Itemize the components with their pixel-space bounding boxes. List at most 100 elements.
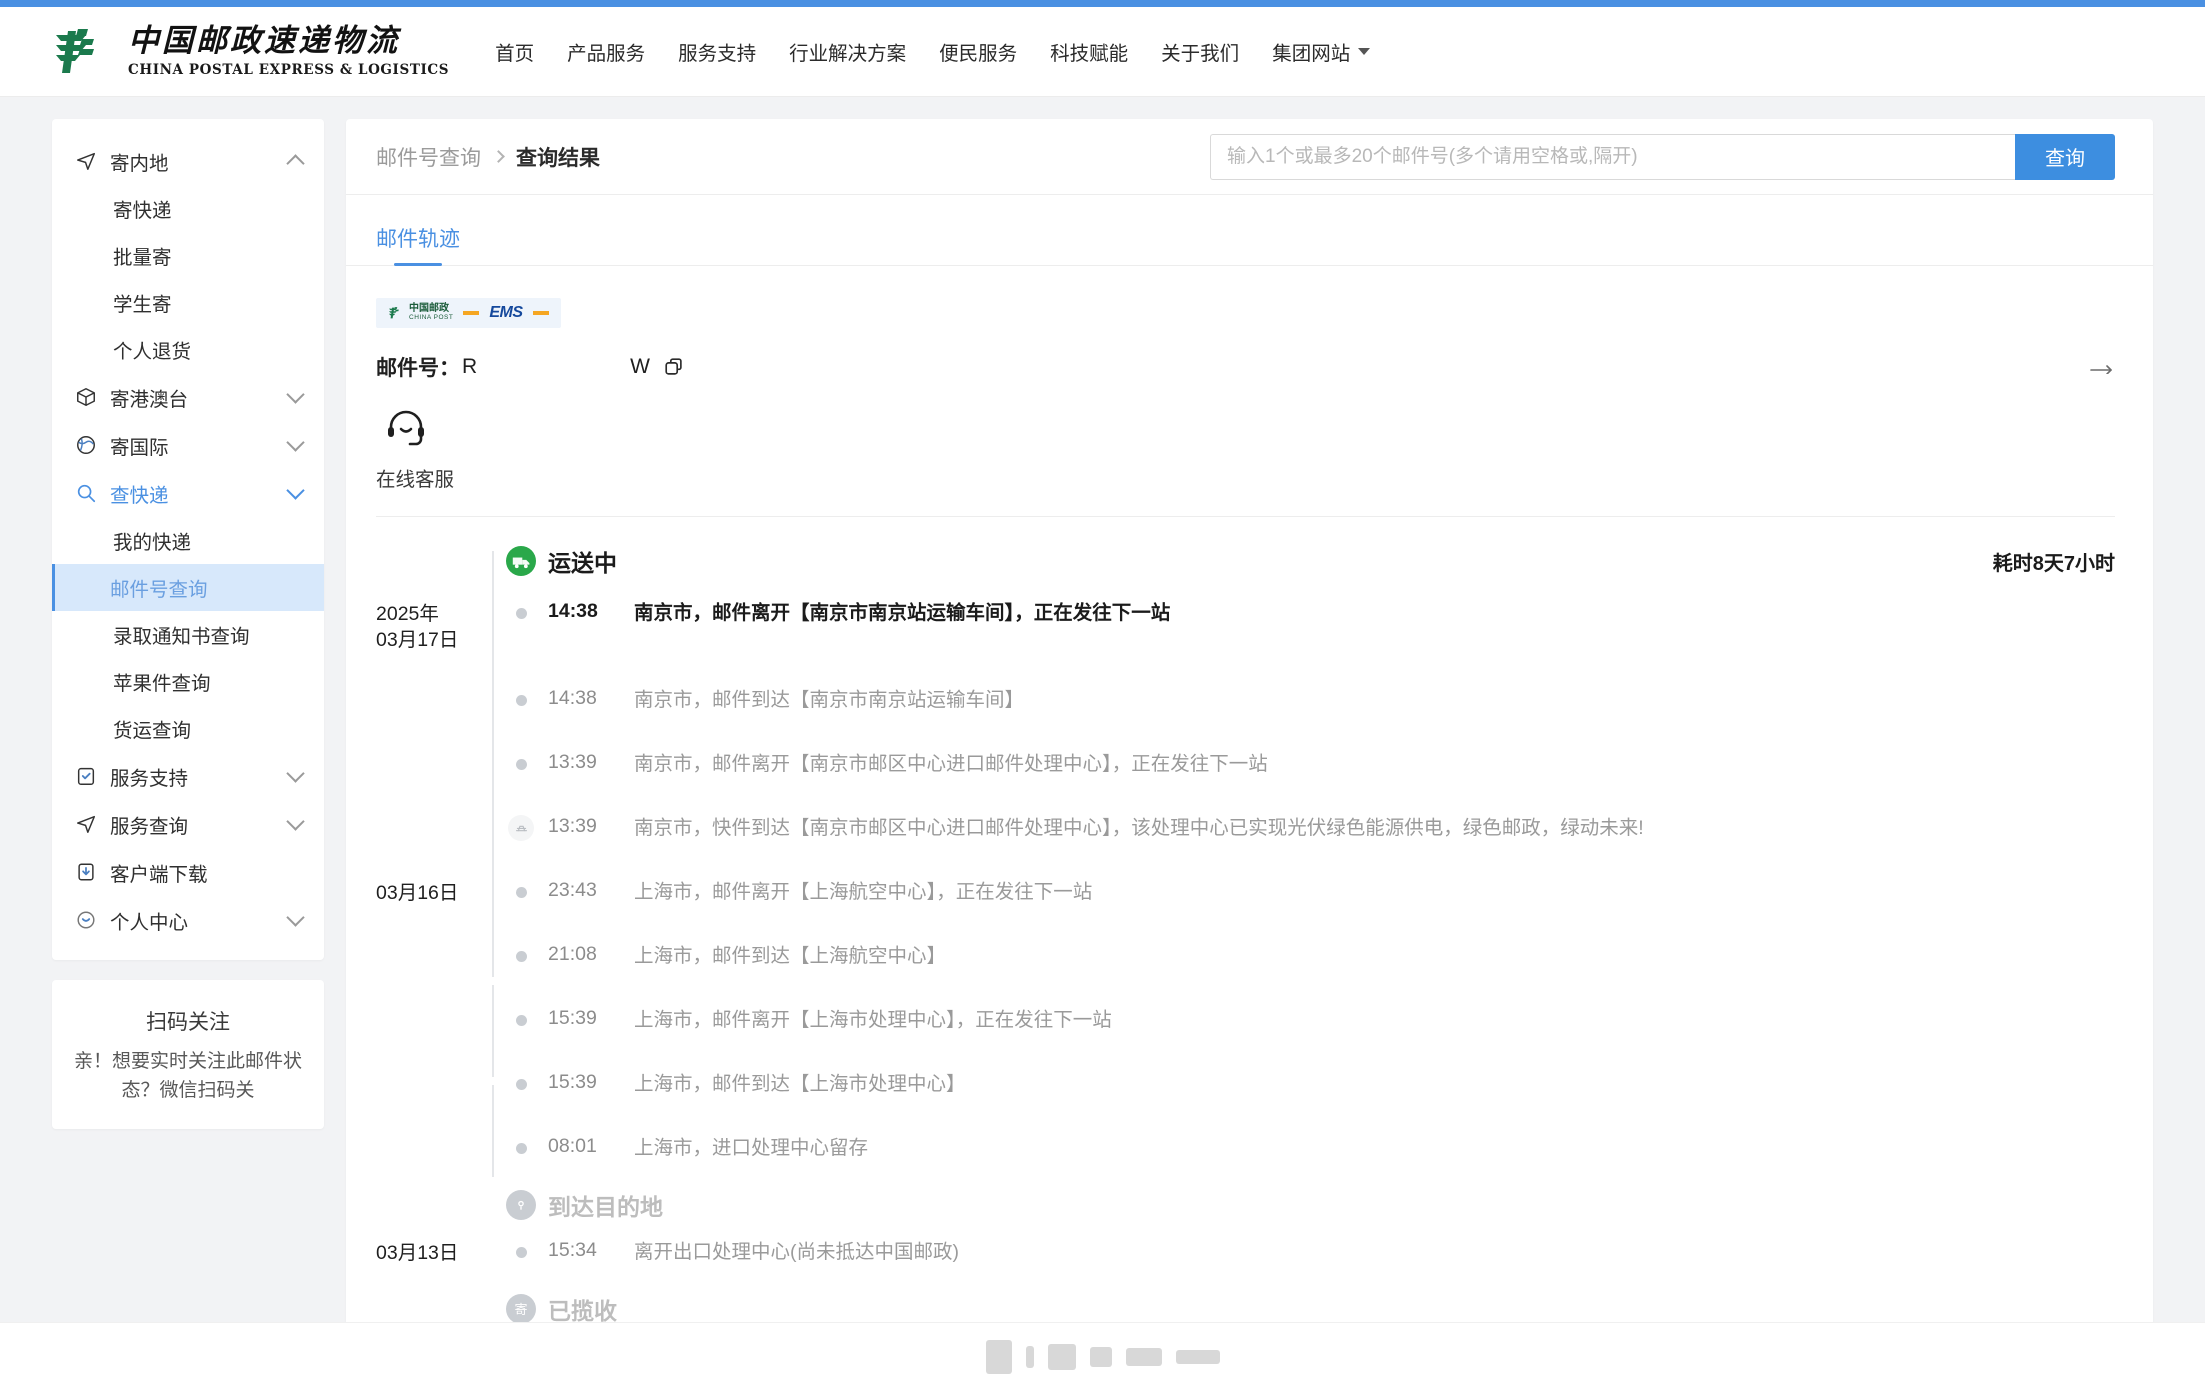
nav-item-products[interactable]: 产品服务 — [567, 37, 645, 66]
online-customer-service-label: 在线客服 — [376, 469, 455, 491]
mail-number-prefix: R — [462, 355, 479, 378]
download-icon — [74, 860, 98, 884]
chevron-down-icon — [286, 764, 305, 783]
chevron-down-icon — [286, 812, 305, 831]
sidebar-item-service-support[interactable]: 服务支持 — [52, 752, 324, 800]
timeline-row: 15:39 上海市，邮件到达【上海市处理中心】 — [376, 1070, 2115, 1102]
sidebar-item-service-support-label: 服务支持 — [110, 767, 189, 790]
timeline-date — [376, 686, 494, 688]
page-body: 寄内地 寄快递 批量寄 学生寄 个人退货 寄港澳台 寄国际 查快递 我的快递 邮… — [0, 97, 2205, 1390]
china-post-logo-icon — [56, 28, 94, 73]
timeline-text: 上海市，邮件离开【上海航空中心】，正在发往下一站 — [634, 880, 1093, 903]
timeline-text: 南京市，邮件离开【南京市南京站运输车间】，正在发往下一站 — [634, 602, 1171, 624]
tab-mail-trace[interactable]: 邮件轨迹 — [376, 223, 460, 265]
taskbar-block — [1089, 1346, 1112, 1367]
nav-item-group-sites-label: 集团网站 — [1272, 43, 1351, 65]
nav-item-support[interactable]: 服务支持 — [678, 37, 756, 66]
timeline-dot-icon — [515, 1014, 527, 1026]
solar-green-energy-icon — [508, 814, 534, 841]
timeline-status-header: 运送中 耗时8天7小时 — [376, 541, 2115, 581]
timeline-date: 03月13日 — [376, 1241, 459, 1264]
sidebar-item-hk-mo-tw[interactable]: 寄港澳台 — [52, 373, 324, 421]
sidebar-subitem-apple-items[interactable]: 苹果件查询 — [52, 658, 324, 705]
search-button[interactable]: 查询 — [2015, 133, 2115, 180]
clipboard-check-icon — [74, 764, 98, 788]
sidebar-item-international[interactable]: 寄国际 — [52, 421, 324, 469]
send-plane-icon — [74, 812, 98, 836]
timeline-time: 15:39 — [548, 1006, 597, 1029]
globe-icon — [74, 433, 98, 457]
chevron-down-icon — [286, 433, 305, 452]
sidebar-item-domestic[interactable]: 寄内地 — [52, 137, 324, 185]
timeline-text: 南京市，快件到达【南京市邮区中心进口邮件处理中心】，该处理中心已实现光伏绿色能源… — [634, 816, 1644, 839]
tab-bar: 邮件轨迹 — [346, 195, 2153, 266]
sidebar-subitem-freight[interactable]: 货运查询 — [52, 705, 324, 752]
nav-item-solutions[interactable]: 行业解决方案 — [789, 37, 906, 66]
breadcrumb-current: 查询结果 — [516, 146, 600, 170]
sidebar-subitem-bulk[interactable]: 批量寄 — [52, 232, 324, 279]
qr-promo-desc: 亲！想要实时关注此邮件状态？微信扫码关 — [73, 1051, 302, 1101]
sidebar-subitem-mailno-query[interactable]: 邮件号查询 — [52, 564, 324, 611]
timeline-time: 14:38 — [548, 600, 598, 622]
tracking-timeline: 运送中 耗时8天7小时 2025年 03月17日 14:38 南京市，邮件离开【… — [346, 517, 2153, 1390]
timeline-status-label: 到达目的地 — [548, 1193, 663, 1220]
location-pin-icon — [506, 1189, 536, 1220]
taskbar-block — [1175, 1349, 1220, 1364]
nav-item-public-service[interactable]: 便民服务 — [939, 37, 1017, 66]
timeline-row: 03月16日 23:43 上海市，邮件离开【上海航空中心】，正在发往下一站 — [376, 878, 2115, 910]
qr-promo-title: 扫码关注 — [146, 1011, 230, 1034]
timeline-time: 21:08 — [548, 942, 597, 965]
sidebar-item-user-center[interactable]: 个人中心 — [52, 896, 324, 944]
timeline-date — [376, 814, 494, 816]
site-header: 中国邮政速递物流 CHINA POSTAL EXPRESS & LOGISTIC… — [0, 7, 2205, 97]
sidebar: 寄内地 寄快递 批量寄 学生寄 个人退货 寄港澳台 寄国际 查快递 我的快递 邮… — [52, 119, 324, 1129]
sidebar-subitem-student[interactable]: 学生寄 — [52, 279, 324, 326]
sidebar-item-client-download[interactable]: 客户端下载 — [52, 848, 324, 896]
truck-icon — [506, 546, 536, 576]
share-icon[interactable] — [2089, 356, 2115, 379]
taskbar-block — [1125, 1347, 1162, 1366]
timeline-text: 南京市，邮件到达【南京市南京站运输车间】 — [634, 688, 1025, 711]
timeline-dot-icon — [515, 886, 527, 898]
online-customer-service[interactable]: 在线客服 — [346, 382, 466, 492]
timeline-status-label: 已揽收 — [548, 1297, 617, 1324]
sidebar-subitem-my-express[interactable]: 我的快递 — [52, 517, 324, 564]
search-bar: 查询 — [1210, 133, 2115, 180]
timeline-status-label: 运送中 — [548, 550, 617, 576]
timeline-dot-icon — [515, 950, 527, 962]
sidebar-item-track-label: 查快递 — [110, 484, 169, 507]
mail-number-suffix: W — [630, 355, 651, 378]
breadcrumb-parent[interactable]: 邮件号查询 — [376, 142, 481, 172]
sidebar-subitem-admission-letter[interactable]: 录取通知书查询 — [52, 611, 324, 658]
sidebar-item-service-query[interactable]: 服务查询 — [52, 800, 324, 848]
nav-item-home[interactable]: 首页 — [495, 37, 534, 66]
timeline-dot-icon — [515, 608, 527, 619]
timeline-dot-icon — [515, 694, 527, 706]
taskbar-block — [1025, 1345, 1034, 1368]
copy-icon[interactable] — [663, 356, 685, 378]
nav-item-group-sites[interactable]: 集团网站 — [1272, 37, 1371, 66]
chevron-up-icon — [286, 153, 305, 173]
timeline-row: 15:39 上海市，邮件离开【上海市处理中心】，正在发往下一站 — [376, 1006, 2115, 1038]
sidebar-subitem-personal-return[interactable]: 个人退货 — [52, 326, 324, 373]
ems-bar-left-icon — [463, 311, 480, 315]
headset-icon — [384, 410, 428, 452]
timeline-date — [376, 1006, 494, 1008]
sidebar-item-international-label: 寄国际 — [110, 436, 169, 459]
nav-item-technology[interactable]: 科技赋能 — [1050, 37, 1128, 66]
sidebar-item-user-center-label: 个人中心 — [110, 911, 189, 934]
timeline-dot-icon — [515, 1078, 527, 1090]
chevron-down-icon — [286, 385, 305, 404]
chevron-right-icon — [492, 150, 505, 163]
sidebar-item-track[interactable]: 查快递 — [52, 469, 324, 517]
search-input[interactable] — [1210, 133, 2015, 180]
chevron-down-icon — [286, 481, 305, 500]
logo-text-en: CHINA POSTAL EXPRESS & LOGISTICS — [128, 61, 450, 78]
timeline-time: 14:38 — [548, 686, 597, 709]
nav-item-about[interactable]: 关于我们 — [1161, 37, 1239, 66]
china-post-mark-icon — [389, 307, 399, 319]
carrier-ems-label: EMS — [489, 304, 523, 321]
site-logo[interactable]: 中国邮政速递物流 CHINA POSTAL EXPRESS & LOGISTIC… — [52, 25, 449, 79]
qr-promo-card: 扫码关注 亲！想要实时关注此邮件状态？微信扫码关 — [52, 980, 324, 1129]
sidebar-subitem-express[interactable]: 寄快递 — [52, 185, 324, 232]
